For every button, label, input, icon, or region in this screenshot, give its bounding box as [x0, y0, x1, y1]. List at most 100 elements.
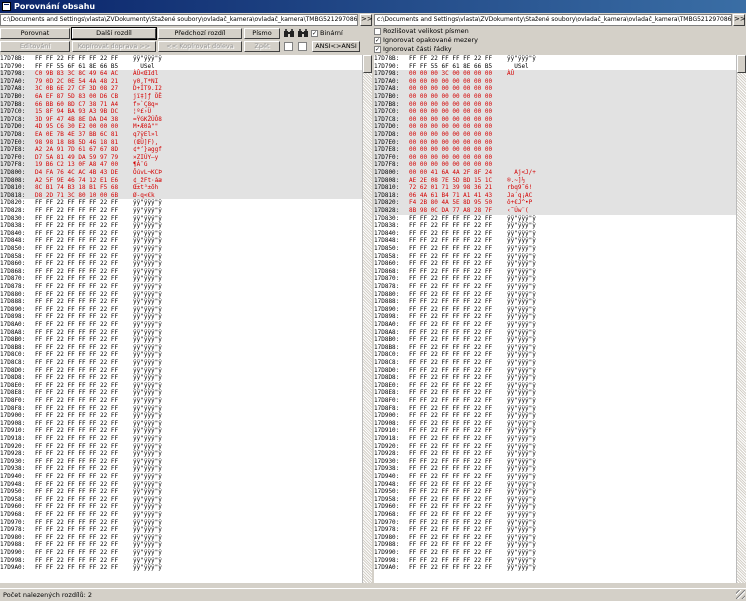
hex-address: 17D7B0:	[374, 93, 400, 100]
hex-address: 17D930:	[374, 457, 400, 465]
hex-ascii: ÿÿ"ÿÿÿ"ÿ	[133, 419, 162, 427]
hex-address: 17D78B:	[374, 55, 400, 62]
hex-address: 17D8E8:	[374, 389, 400, 397]
hex-bytes: FF FF 22 FF FF FF 22 FF	[35, 541, 119, 549]
right-scroll-thumb[interactable]	[737, 55, 746, 73]
ansi-button[interactable]: ANSI<>ANSI	[312, 41, 360, 52]
hex-ascii: ÿÿ"ÿÿÿ"ÿ	[133, 260, 162, 268]
hex-ascii: ÿÿ"ÿÿÿ"ÿ	[133, 457, 162, 465]
hex-address: 17D990:	[0, 549, 26, 556]
font-button[interactable]: Písmo	[244, 28, 280, 39]
undo-button[interactable]: Zpět	[244, 41, 280, 52]
hex-row: 17D890: FF FF 22 FF FF FF 22 FF ÿÿ"ÿÿÿ"ÿ	[0, 306, 362, 314]
hex-bytes: 06 4A 61 B4 71 A1 41 43	[409, 191, 493, 199]
hex-bytes: FF FF 22 FF FF FF 22 FF	[35, 321, 119, 328]
hex-ascii: ÿÿ"ÿÿÿ"ÿ	[507, 427, 536, 435]
right-scrollbar[interactable]	[736, 55, 746, 583]
hex-row: 17D958: FF FF 22 FF FF FF 22 FF ÿÿ"ÿÿÿ"ÿ	[0, 496, 362, 504]
hex-row: 17D890: FF FF 22 FF FF FF 22 FF ÿÿ"ÿÿÿ"ÿ	[374, 306, 736, 314]
hex-bytes: FF FF 22 FF FF FF 22 FF	[409, 397, 493, 404]
hex-address: 17D890:	[374, 305, 400, 313]
resize-grip-icon[interactable]	[736, 590, 745, 599]
window-titlebar: Porovnání obsahu	[0, 0, 746, 13]
edit-button[interactable]: Editování	[0, 41, 70, 52]
hex-address: 17D820:	[0, 199, 26, 207]
binoculars-icon[interactable]	[283, 28, 295, 39]
left-file-path-input[interactable]: c:\Documents and Settings\vlasta\ZVDokum…	[0, 14, 358, 26]
hex-row: 17D970: FF FF 22 FF FF FF 22 FF ÿÿ"ÿÿÿ"ÿ	[374, 519, 736, 527]
hex-ascii: ÿÿ"ÿÿÿ"ÿ	[507, 374, 536, 382]
hex-ascii: ÿÿ"ÿÿÿ"ÿ	[133, 526, 162, 534]
hex-row: 17D968: FF FF 22 FF FF FF 22 FF ÿÿ"ÿÿÿ"ÿ	[374, 511, 736, 519]
binary-checkbox[interactable]: ✓ Binární	[311, 28, 343, 38]
hex-row: 17D908: FF FF 22 FF FF FF 22 FF ÿÿ"ÿÿÿ"ÿ	[0, 420, 362, 428]
hex-ascii: D+ÍT9.I2	[133, 85, 162, 93]
copy-left-button[interactable]: << Kopírovat doleva	[158, 41, 242, 52]
hex-address: 17D810:	[0, 184, 26, 192]
hex-row: 17D928: FF FF 22 FF FF FF 22 FF ÿÿ"ÿÿÿ"ÿ	[374, 450, 736, 458]
left-scrollbar[interactable]	[362, 55, 372, 583]
hex-address: 17D858:	[0, 252, 26, 260]
hex-row: 17D818: D8 2D 71 3C 80 10 00 6B Ø-q<€k	[0, 191, 362, 200]
hex-address: 17D8D8:	[0, 374, 26, 382]
hex-address: 17D808:	[374, 176, 400, 184]
hex-bytes: FF FF 22 FF FF FF 22 FF	[35, 518, 119, 526]
hex-row: 17D8A0: FF FF 22 FF FF FF 22 FF ÿÿ"ÿÿÿ"ÿ	[374, 321, 736, 329]
right-browse-button[interactable]: >>	[733, 14, 746, 26]
hex-bytes: FF FF 22 FF FF FF 22 FF	[409, 267, 493, 275]
hex-ascii: ÿÿ"ÿÿÿ"ÿ	[133, 442, 162, 450]
hex-ascii: ÿÿ"ÿÿÿ"ÿ	[133, 503, 162, 511]
hex-ascii: ÿÿ"ÿÿÿ"ÿ	[507, 313, 536, 321]
hex-ascii: ÿÿ"ÿÿÿ"ÿ	[133, 480, 162, 488]
hex-bytes: FF FF 22 FF FF FF 22 FF	[35, 55, 119, 62]
next-diff-button[interactable]: Další rozdíl	[71, 27, 157, 40]
view-mode-box-1[interactable]	[284, 42, 293, 51]
copy-right-button[interactable]: Kopírovat doprava >>	[72, 41, 156, 52]
hex-address: 17D800:	[374, 169, 400, 176]
hex-row: 17D980: FF FF 22 FF FF FF 22 FF ÿÿ"ÿÿÿ"ÿ	[374, 534, 736, 542]
hex-address: 17D928:	[0, 450, 26, 458]
hex-address: 17D998:	[374, 556, 400, 564]
hex-bytes: FF FF 22 FF FF FF 22 FF	[409, 457, 493, 465]
status-bar: Počet nalezených rozdílů: 2	[0, 588, 746, 600]
view-mode-box-2[interactable]	[298, 42, 307, 51]
compare-button[interactable]: Porovnat	[0, 28, 70, 39]
hex-ascii: ÿÿ"ÿÿÿ"ÿ	[507, 549, 536, 556]
hex-ascii: ÿÿ"ÿÿÿ"ÿ	[133, 366, 162, 374]
hex-address: 17D7B0:	[0, 93, 26, 100]
right-hex-pane[interactable]: 17D78B: FF FF 22 FF FF FF 22 FF ÿÿ"ÿÿÿ"ÿ 17…	[374, 55, 736, 583]
hex-bytes: FF FF 22 FF FF FF 22 FF	[409, 245, 493, 252]
prev-diff-button[interactable]: Předchozí rozdíl	[158, 28, 242, 39]
hex-row: 17D958: FF FF 22 FF FF FF 22 FF ÿÿ"ÿÿÿ"ÿ	[374, 496, 736, 504]
hex-ascii: ÿÿ"ÿÿÿ"ÿ	[507, 237, 536, 245]
app-icon	[2, 2, 11, 11]
hex-address: 17D930:	[0, 457, 26, 465]
hex-address: 17D808:	[0, 176, 26, 184]
hex-ascii: ÿÿ"ÿÿÿ"ÿ	[507, 389, 536, 397]
hex-bytes: FF FF 22 FF FF FF 22 FF	[409, 359, 493, 366]
hex-ascii: ÿÿ"ÿÿÿ"ÿ	[133, 427, 162, 435]
hex-ascii: ÿÿ"ÿÿÿ"ÿ	[133, 564, 162, 572]
hex-ascii: ÿÿ"ÿÿÿ"ÿ	[507, 359, 536, 366]
ignore-partial-lines-checkbox[interactable]: ✓ Ignorovat části řádky	[374, 44, 452, 54]
hex-row: 17D8D0: FF FF 22 FF FF FF 22 FF ÿÿ"ÿÿÿ"ÿ	[374, 367, 736, 375]
left-scroll-thumb[interactable]	[363, 55, 372, 73]
hex-bytes: FF FF 22 FF FF FF 22 FF	[35, 359, 119, 366]
hex-bytes: FF FF 22 FF FF FF 22 FF	[35, 442, 119, 450]
hex-bytes: FF FF 22 FF FF FF 22 FF	[409, 518, 493, 526]
hex-row: 17D930: FF FF 22 FF FF FF 22 FF ÿÿ"ÿÿÿ"ÿ	[374, 458, 736, 466]
left-hex-pane[interactable]: 17D78B: FF FF 22 FF FF FF 22 FF ÿÿ"ÿÿÿ"ÿ 17…	[0, 55, 362, 583]
binoculars-right-icon[interactable]	[297, 28, 309, 39]
hex-row: 17D880: FF FF 22 FF FF FF 22 FF ÿÿ"ÿÿÿ"ÿ	[0, 291, 362, 299]
hex-bytes: FF FF 22 FF FF FF 22 FF	[35, 556, 119, 564]
hex-ascii: M•Æ0â""	[133, 123, 159, 131]
hex-address: 17D950:	[374, 488, 400, 496]
hex-row: 17D990: FF FF 22 FF FF FF 22 FF ÿÿ"ÿÿÿ"ÿ	[374, 549, 736, 557]
left-browse-button[interactable]: >>	[360, 14, 373, 26]
hex-row: 17D978: FF FF 22 FF FF FF 22 FF ÿÿ"ÿÿÿ"ÿ	[0, 526, 362, 534]
hex-bytes: 8C B1 74 B3 18 B1 F5 68	[35, 184, 119, 192]
hex-ascii: ÿÿ"ÿÿÿ"ÿ	[133, 298, 162, 306]
hex-address: 17D8E8:	[0, 389, 26, 397]
hex-address: 17D940:	[0, 473, 26, 480]
right-file-path-input[interactable]: c:\Documents and Settings\vlasta\ZVDokum…	[374, 14, 732, 26]
